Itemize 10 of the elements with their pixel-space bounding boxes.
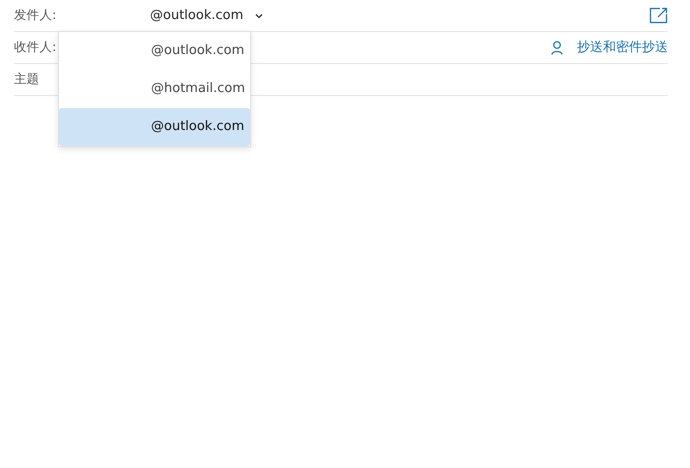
cc-bcc-button[interactable]: 抄送和密件抄送 [551, 38, 668, 58]
pop-out-icon[interactable] [649, 7, 668, 24]
to-label: 收件人: [14, 38, 56, 56]
account-option[interactable]: @hotmail.com [59, 70, 250, 108]
person-icon [551, 40, 563, 54]
sender-dropdown[interactable]: @outlook.com [150, 6, 264, 26]
subject-label: 主题 [14, 70, 40, 88]
account-option[interactable]: @outlook.com [59, 32, 250, 70]
account-option[interactable]: @outlook.com [59, 108, 250, 146]
from-label: 发件人: [14, 6, 56, 24]
